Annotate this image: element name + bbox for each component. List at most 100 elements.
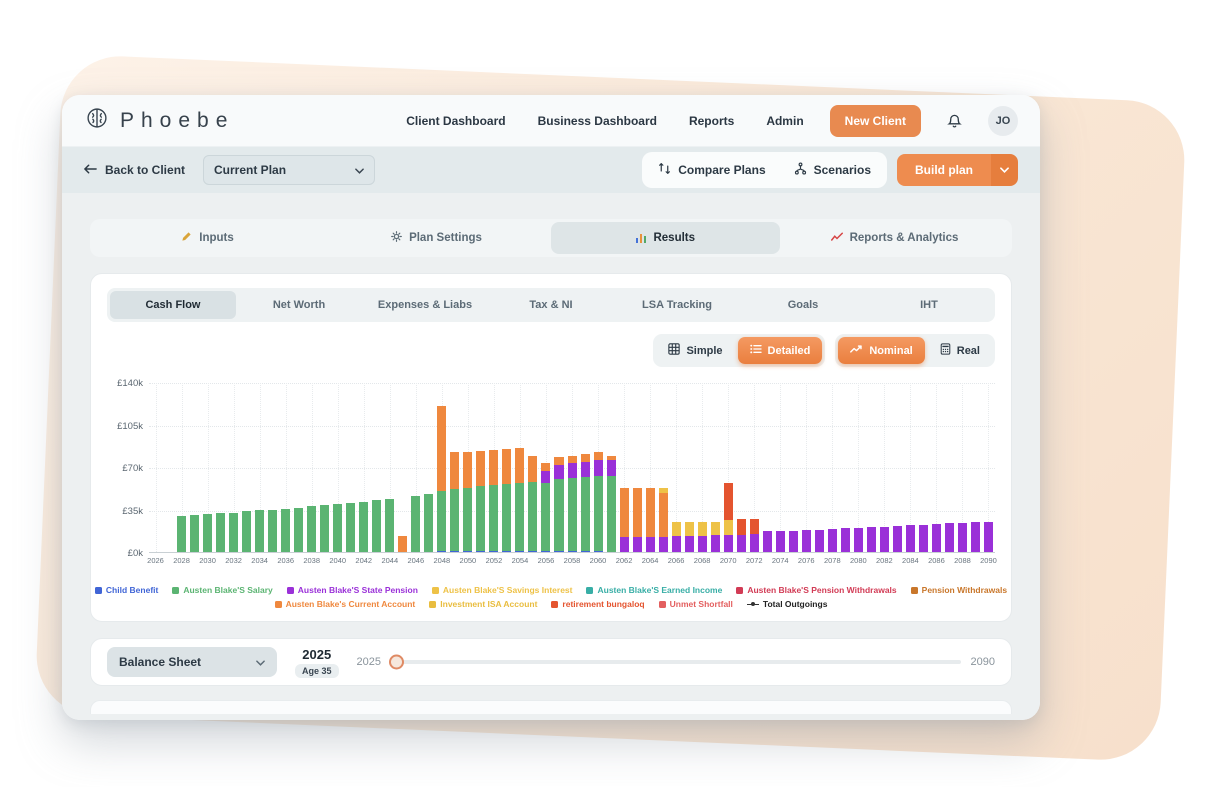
bar-2033[interactable] xyxy=(240,383,253,552)
view-select[interactable]: Balance Sheet xyxy=(107,647,277,677)
subtab-lsa-tracking[interactable]: LSA Tracking xyxy=(614,291,740,319)
bar-2088[interactable] xyxy=(956,383,969,552)
bar-2067[interactable] xyxy=(683,383,696,552)
bar-2090[interactable] xyxy=(982,383,995,552)
bar-2044[interactable] xyxy=(383,383,396,552)
bar-2068[interactable] xyxy=(696,383,709,552)
bar-2071[interactable] xyxy=(735,383,748,552)
bar-2026[interactable] xyxy=(149,383,162,552)
bar-2030[interactable] xyxy=(201,383,214,552)
bar-2043[interactable] xyxy=(370,383,383,552)
plan-select[interactable]: Current Plan xyxy=(203,155,375,185)
tab-plan-settings[interactable]: Plan Settings xyxy=(322,222,551,254)
bar-2066[interactable] xyxy=(670,383,683,552)
bar-2064[interactable] xyxy=(644,383,657,552)
bar-2041[interactable] xyxy=(344,383,357,552)
bar-2074[interactable] xyxy=(774,383,787,552)
detailed-toggle[interactable]: Detailed xyxy=(738,337,823,364)
bar-2053[interactable] xyxy=(500,383,513,552)
bar-2054[interactable] xyxy=(513,383,526,552)
notifications-bell-icon[interactable] xyxy=(947,113,962,129)
subtab-tax-ni[interactable]: Tax & NI xyxy=(488,291,614,319)
scenarios-button[interactable]: Scenarios xyxy=(782,156,883,184)
user-avatar[interactable]: JO xyxy=(988,106,1018,136)
bar-2070[interactable] xyxy=(722,383,735,552)
bar-2075[interactable] xyxy=(787,383,800,552)
nav-item-client-dashboard[interactable]: Client Dashboard xyxy=(406,114,505,128)
bar-2085[interactable] xyxy=(917,383,930,552)
subtab-net-worth[interactable]: Net Worth xyxy=(236,291,362,319)
legend-item-austen-blake-s-current-account[interactable]: Austen Blake's Current Account xyxy=(275,599,416,609)
bar-2089[interactable] xyxy=(969,383,982,552)
build-plan-caret[interactable] xyxy=(991,154,1018,186)
legend-item-retirement-bungaloq[interactable]: retirement bungaloq xyxy=(551,599,644,609)
bar-2073[interactable] xyxy=(761,383,774,552)
bar-2028[interactable] xyxy=(175,383,188,552)
year-slider-handle[interactable] xyxy=(389,655,404,670)
bar-2084[interactable] xyxy=(904,383,917,552)
bar-2056[interactable] xyxy=(539,383,552,552)
bar-2049[interactable] xyxy=(448,383,461,552)
legend-item-pension-withdrawals[interactable]: Pension Withdrawals xyxy=(911,585,1007,595)
bar-2060[interactable] xyxy=(592,383,605,552)
bar-2040[interactable] xyxy=(331,383,344,552)
bar-2029[interactable] xyxy=(188,383,201,552)
bar-2057[interactable] xyxy=(552,383,565,552)
subtab-cash-flow[interactable]: Cash Flow xyxy=(110,291,236,319)
bar-2076[interactable] xyxy=(800,383,813,552)
legend-item-child-benefit[interactable]: Child Benefit xyxy=(95,585,158,595)
bar-2027[interactable] xyxy=(162,383,175,552)
nav-item-business-dashboard[interactable]: Business Dashboard xyxy=(538,114,657,128)
bar-2036[interactable] xyxy=(279,383,292,552)
bar-2039[interactable] xyxy=(318,383,331,552)
bar-2065[interactable] xyxy=(657,383,670,552)
legend-item-total-outgoings[interactable]: Total Outgoings xyxy=(747,599,828,609)
nav-item-admin[interactable]: Admin xyxy=(766,114,803,128)
bar-2046[interactable] xyxy=(409,383,422,552)
tab-reports-analytics[interactable]: Reports & Analytics xyxy=(780,222,1009,254)
simple-toggle[interactable]: Simple xyxy=(656,337,734,364)
subtab-iht[interactable]: IHT xyxy=(866,291,992,319)
subtab-goals[interactable]: Goals xyxy=(740,291,866,319)
bar-2031[interactable] xyxy=(214,383,227,552)
bar-2080[interactable] xyxy=(852,383,865,552)
bar-2072[interactable] xyxy=(748,383,761,552)
year-slider[interactable] xyxy=(391,660,961,664)
bar-2086[interactable] xyxy=(930,383,943,552)
legend-item-austen-blake-s-state-pension[interactable]: Austen Blake'S State Pension xyxy=(287,585,418,595)
legend-item-austen-blake-s-salary[interactable]: Austen Blake'S Salary xyxy=(172,585,272,595)
bar-2069[interactable] xyxy=(709,383,722,552)
bar-2051[interactable] xyxy=(474,383,487,552)
bar-2079[interactable] xyxy=(839,383,852,552)
bar-2047[interactable] xyxy=(422,383,435,552)
bar-2082[interactable] xyxy=(878,383,891,552)
subtab-expenses-liabs[interactable]: Expenses & Liabs xyxy=(362,291,488,319)
bar-2062[interactable] xyxy=(618,383,631,552)
nominal-toggle[interactable]: Nominal xyxy=(838,337,924,364)
bar-2058[interactable] xyxy=(566,383,579,552)
bar-2087[interactable] xyxy=(943,383,956,552)
bar-2055[interactable] xyxy=(526,383,539,552)
bar-2035[interactable] xyxy=(266,383,279,552)
nav-item-reports[interactable]: Reports xyxy=(689,114,734,128)
bar-2078[interactable] xyxy=(826,383,839,552)
bar-2059[interactable] xyxy=(579,383,592,552)
legend-item-austen-blake-s-savings-interest[interactable]: Austen Blake'S Savings Interest xyxy=(432,585,573,595)
bar-2037[interactable] xyxy=(292,383,305,552)
bar-2045[interactable] xyxy=(396,383,409,552)
bar-2083[interactable] xyxy=(891,383,904,552)
tab-results[interactable]: Results xyxy=(551,222,780,254)
app-logo[interactable]: Phoebe xyxy=(84,105,234,136)
bar-2077[interactable] xyxy=(813,383,826,552)
bar-2052[interactable] xyxy=(487,383,500,552)
legend-item-unmet-shortfall[interactable]: Unmet Shortfall xyxy=(659,599,733,609)
bar-2048[interactable] xyxy=(435,383,448,552)
bar-2032[interactable] xyxy=(227,383,240,552)
legend-item-austen-blake-s-earned-income[interactable]: Austen Blake'S Earned Income xyxy=(586,585,722,595)
back-to-client-button[interactable]: Back to Client xyxy=(84,163,185,177)
tab-inputs[interactable]: Inputs xyxy=(93,222,322,254)
bar-2050[interactable] xyxy=(461,383,474,552)
bar-2081[interactable] xyxy=(865,383,878,552)
bar-2038[interactable] xyxy=(305,383,318,552)
new-client-button[interactable]: New Client xyxy=(830,105,921,137)
